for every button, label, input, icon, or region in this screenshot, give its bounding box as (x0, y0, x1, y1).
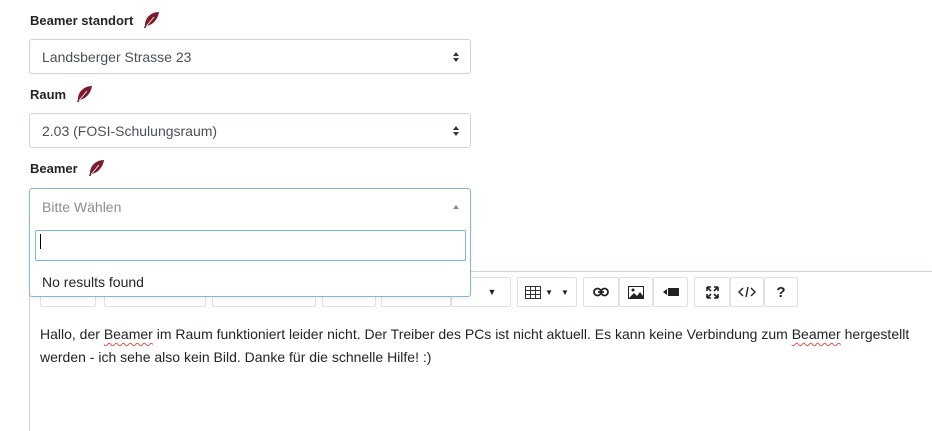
text-cursor (40, 234, 41, 249)
beamer-select-placeholder: Bitte Wählen (42, 198, 122, 215)
link-button[interactable] (583, 277, 619, 307)
location-select-value: Landsberger Strasse 23 (42, 48, 192, 65)
beamer-dropdown: No results found (29, 224, 471, 297)
no-results-message: No results found (42, 274, 144, 290)
editor-text-segment: im Raum funktioniert leider nicht. Der T… (152, 326, 792, 342)
fullscreen-icon (705, 285, 719, 299)
table-icon (525, 285, 542, 299)
chevron-down-icon: ▼ (561, 287, 569, 297)
beamer-label: Beamer (30, 160, 78, 176)
chevron-down-icon: ▼ (545, 287, 553, 297)
image-button[interactable] (619, 277, 653, 307)
sort-icon (453, 51, 459, 62)
image-icon (628, 285, 644, 299)
misspelled-word: Beamer (103, 326, 153, 342)
editor-text-segment: hergestellt (840, 326, 910, 342)
room-label: Raum (30, 86, 67, 102)
video-button[interactable] (653, 277, 688, 307)
chevron-down-icon: ▼ (487, 287, 497, 297)
location-label-row: Beamer standort (30, 10, 161, 30)
dropdown-search-input[interactable] (35, 230, 466, 261)
beamer-label-row: Beamer (30, 158, 106, 178)
fullscreen-button[interactable] (694, 277, 730, 307)
location-select[interactable]: Landsberger Strasse 23 (29, 39, 471, 74)
room-select[interactable]: 2.03 (FOSI-Schulungsraum) (29, 113, 471, 148)
video-icon (662, 288, 679, 296)
editor-content[interactable]: Hallo, der Beamer im Raum funktioniert l… (40, 323, 930, 369)
code-view-button[interactable] (730, 277, 764, 307)
beamer-select[interactable]: Bitte Wählen (29, 188, 471, 225)
misspelled-word: Beamer (791, 326, 841, 342)
room-label-row: Raum (30, 84, 94, 104)
sort-icon (453, 125, 459, 136)
editor-text-segment: Hallo, der (40, 326, 104, 342)
room-select-value: 2.03 (FOSI-Schulungsraum) (42, 122, 218, 139)
location-label: Beamer standort (30, 12, 134, 28)
link-icon (593, 287, 609, 297)
feather-icon (88, 160, 104, 176)
help-button[interactable]: ? (764, 277, 798, 307)
feather-icon (144, 12, 160, 28)
chevron-up-icon (453, 204, 459, 209)
feather-icon (77, 86, 93, 102)
table-button[interactable]: ▼ ▼ (517, 277, 577, 307)
help-icon: ? (776, 283, 786, 301)
editor-text-segment: werden - ich sehe also kein Bild. Danke … (40, 349, 432, 365)
code-icon (738, 286, 756, 298)
